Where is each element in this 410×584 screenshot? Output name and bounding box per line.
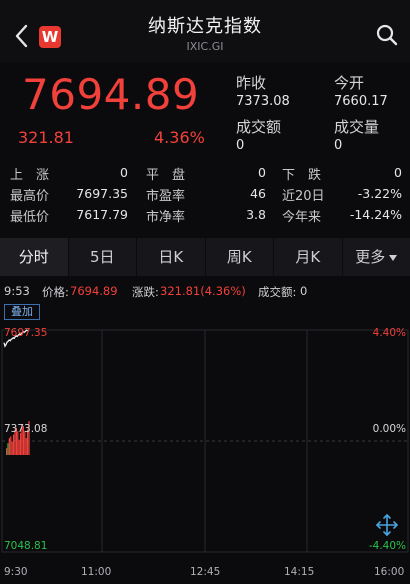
info-time: 9:53 [4, 284, 30, 298]
overlay-button[interactable]: 叠加 [4, 304, 40, 320]
volume-value: 0 [334, 138, 343, 153]
y-axis-min-label: 7048.81 [4, 540, 48, 552]
price-change-percent: 4.36% [154, 128, 205, 147]
stat-value: 0 [394, 165, 402, 180]
tab-daily-k[interactable]: 日K [137, 238, 206, 276]
quote-panel: 7694.89 321.81 4.36% 昨收 7373.08 今开 7660.… [0, 62, 410, 162]
turnover-label: 成交额 [236, 118, 282, 136]
x-axis-label: 14:15 [284, 566, 315, 578]
volume-bar [7, 443, 9, 455]
y-axis-baseline-label: 7373.08 [4, 423, 48, 435]
volume-bar [8, 438, 10, 455]
stat-value: 7697.35 [76, 186, 128, 201]
tab-more[interactable]: 更多 [343, 238, 410, 276]
stat-value: -14.24% [349, 207, 402, 222]
tab-monthly-k[interactable]: 月K [274, 238, 343, 276]
y-axis-max-pct-label: 4.40% [372, 327, 406, 339]
tab-5day[interactable]: 5日 [69, 238, 137, 276]
stat-label: 上 涨 [10, 168, 50, 183]
tab-intraday[interactable]: 分时 [0, 238, 69, 276]
prev-close-label: 昨收 [236, 74, 267, 92]
stat-label: 平 盘 [146, 168, 186, 183]
tab-weekly-k[interactable]: 周K [206, 238, 274, 276]
info-turnover-label: 成交额: [258, 285, 297, 299]
info-turnover-value: 0 [300, 284, 308, 298]
current-price: 7694.89 [22, 70, 200, 119]
y-axis-min-pct-label: -4.40% [368, 540, 406, 552]
volume-bar [20, 432, 22, 455]
volume-bar [18, 439, 20, 455]
stat-label: 近20日 [282, 189, 325, 204]
volume-bar [25, 438, 27, 455]
page-title: 纳斯达克指数 [148, 16, 262, 37]
prev-close-value: 7373.08 [236, 94, 290, 109]
stat-value: 3.8 [246, 207, 266, 222]
search-icon[interactable] [376, 24, 398, 46]
stat-label: 今年来 [282, 210, 322, 225]
stat-label: 市盈率 [146, 189, 186, 204]
stats-grid: 上 涨 0 平 盘 0 下 跌 0 最高价 7697.35 市盈率 46 近20… [0, 162, 410, 228]
info-change-label: 涨跌: [132, 285, 159, 299]
stat-label: 最高价 [10, 189, 50, 204]
stat-value: 0 [258, 165, 266, 180]
turnover-value: 0 [236, 138, 245, 153]
stat-value: 7617.79 [76, 207, 128, 222]
move-arrows-icon[interactable] [374, 512, 400, 538]
stat-label: 市净率 [146, 210, 186, 225]
ticker-code: IXIC.GI [186, 40, 224, 53]
volume-bar [11, 441, 13, 455]
y-axis-zero-pct-label: 0.00% [372, 423, 406, 435]
stat-label: 下 跌 [282, 168, 322, 183]
info-price-label: 价格: [42, 285, 69, 299]
open-value: 7660.17 [334, 94, 388, 109]
tab-more-label: 更多 [355, 248, 386, 266]
chart-period-tabs: 分时 5日 日K 周K 月K 更多 [0, 238, 410, 276]
open-label: 今开 [334, 74, 365, 92]
volume-bar [13, 434, 15, 455]
volume-label: 成交量 [334, 118, 380, 136]
info-change-value: 321.81(4.36%) [160, 284, 246, 298]
x-axis-label: 11:00 [81, 566, 112, 578]
price-change: 321.81 [18, 128, 74, 147]
stat-label: 最低价 [10, 210, 50, 225]
top-bar: W 纳斯达克指数 IXIC.GI [0, 0, 410, 62]
x-axis-label: 9:30 [4, 566, 28, 578]
intraday-chart[interactable] [0, 320, 410, 564]
stat-value: 46 [250, 186, 266, 201]
x-axis-label: 16:00 [374, 566, 405, 578]
stat-value: 0 [120, 165, 128, 180]
x-axis-label: 12:45 [190, 566, 221, 578]
chevron-down-icon [389, 254, 398, 261]
y-axis-max-label: 7697.35 [4, 327, 48, 339]
info-price-value: 7694.89 [70, 284, 118, 298]
crosshair-info-row: 9:53 价格: 7694.89 涨跌: 321.81(4.36%) 成交额: … [0, 282, 410, 300]
volume-bar [10, 436, 12, 455]
volume-bar [6, 448, 8, 455]
stat-value: -3.22% [357, 186, 402, 201]
